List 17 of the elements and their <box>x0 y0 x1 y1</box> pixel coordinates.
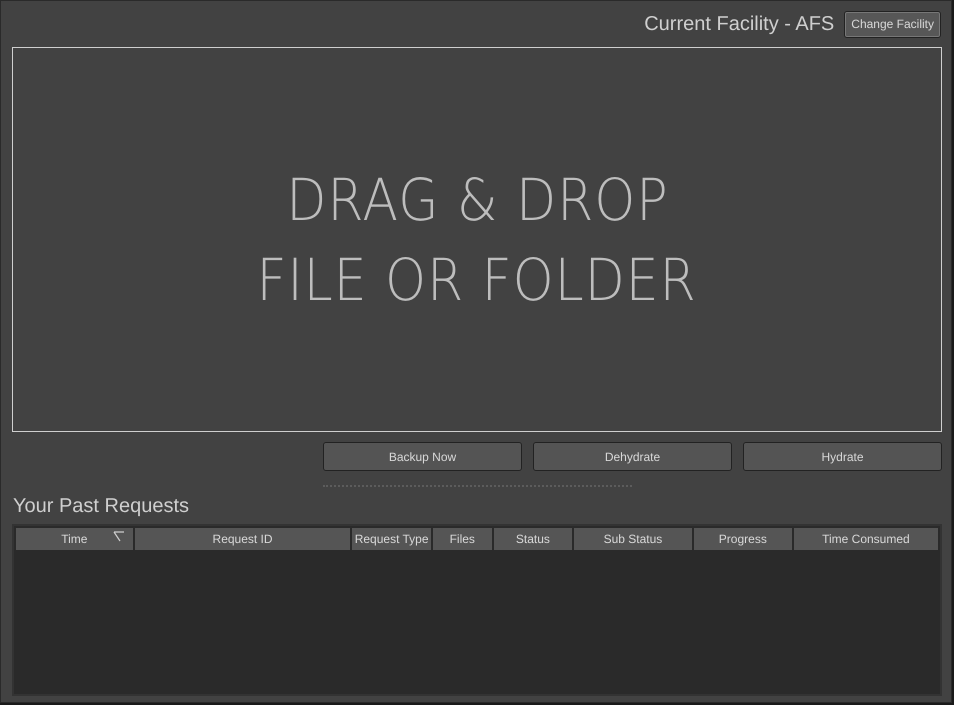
column-header[interactable]: Progress <box>694 528 792 550</box>
column-header[interactable]: Files <box>432 528 492 550</box>
column-header[interactable]: Status <box>494 528 572 550</box>
column-header[interactable]: Sub Status <box>574 528 692 550</box>
drop-zone-text: FILE OR FOLDER <box>256 244 698 316</box>
column-header[interactable]: Request ID <box>134 528 350 550</box>
facility-label: Current Facility - AFS <box>644 12 834 36</box>
action-button[interactable]: Backup Now <box>323 442 522 471</box>
drop-zone-text: DRAG & DROP <box>286 164 668 236</box>
action-button[interactable]: Hydrate <box>743 442 942 471</box>
change-facility-button[interactable]: Change Facility <box>844 10 941 38</box>
column-header[interactable]: Time <box>16 528 133 550</box>
action-button[interactable]: Dehydrate <box>533 442 732 471</box>
column-header[interactable]: Request Type <box>352 528 431 550</box>
section-title: Your Past Requests <box>13 495 190 518</box>
column-header[interactable]: Time Consumed <box>794 528 938 550</box>
drop-zone[interactable]: DRAG & DROP FILE OR FOLDER <box>12 47 942 432</box>
